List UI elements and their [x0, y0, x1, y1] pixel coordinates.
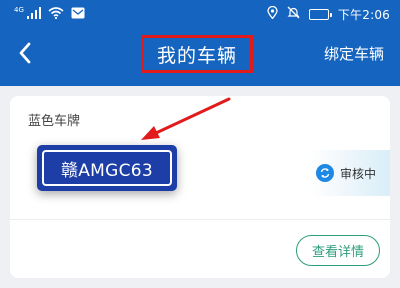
page-title: 我的车辆: [141, 35, 253, 73]
review-status-badge: 审核中: [310, 150, 390, 196]
clock: 下午2:06: [337, 7, 390, 22]
back-button[interactable]: [12, 39, 38, 67]
bind-vehicle-button[interactable]: 绑定车辆: [324, 43, 384, 64]
battery-icon: [308, 8, 332, 20]
mute-bell-icon: [287, 6, 300, 22]
license-plate: 赣AMGC63: [37, 145, 177, 191]
status-left: 4G: [14, 5, 85, 22]
vehicle-card[interactable]: 蓝色车牌 赣AMGC63 审核中 查看详情: [10, 96, 390, 278]
card-divider: [10, 219, 390, 220]
chevron-left-icon: [19, 42, 31, 64]
review-status-text: 审核中: [340, 166, 377, 181]
status-bar: 4G 下午2:06: [0, 0, 400, 28]
signal-icon: [26, 6, 41, 22]
app-header: 4G 下午2:06 我的车辆 绑定车辆: [0, 0, 400, 86]
status-right: 下午2:06: [267, 5, 390, 23]
message-icon: [71, 7, 85, 22]
sync-icon: [316, 164, 334, 182]
plate-type-label: 蓝色车牌: [28, 114, 81, 129]
network-type: 4G: [14, 5, 24, 14]
wifi-icon: [48, 6, 64, 22]
plate-number: 赣AMGC63: [42, 150, 172, 186]
nav-bar: 我的车辆 绑定车辆: [0, 28, 400, 78]
location-icon: [267, 5, 278, 22]
view-details-button[interactable]: 查看详情: [296, 235, 380, 266]
